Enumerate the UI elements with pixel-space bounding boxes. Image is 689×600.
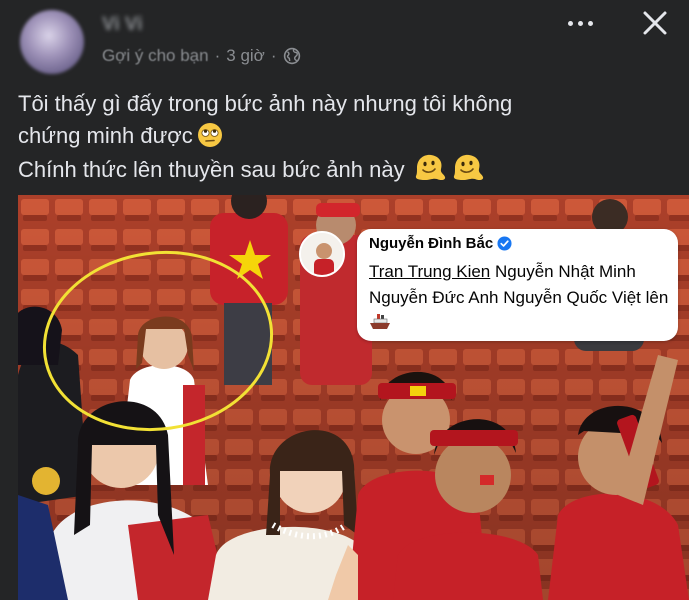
melting-face-emoji [453,154,483,181]
suggestion-label: Gợi ý cho bạn [102,46,209,65]
tagged-user: Tran Trung Kien [369,262,491,281]
author-avatar[interactable] [20,10,84,74]
post-header: Vi Vi Gợi ý cho bạn · 3 giờ · [0,0,689,80]
post-caption: Tôi thấy gì đấy trong bức ảnh này nhưng … [18,88,673,186]
caption-line-2: chứng minh được [18,120,673,152]
verified-badge-icon [497,236,512,251]
post-photo[interactable]: Nguyễn Đình Bắc Tran Trung Kien Nguyễn N… [18,195,689,600]
caption-line-1: Tôi thấy gì đấy trong bức ảnh này nhưng … [18,91,513,116]
globe-icon [283,47,300,65]
more-options-icon[interactable] [560,8,600,38]
comment-overlay: Nguyễn Đình Bắc Tran Trung Kien Nguyễn N… [299,229,678,341]
commenter-name: Nguyễn Đình Bắc [369,235,494,252]
caption-line-3: Chính thức lên thuyền sau bức ảnh này [18,152,673,186]
ship-emoji [370,314,390,329]
close-icon[interactable] [636,4,674,42]
face-with-rolling-eyes-emoji [197,123,222,147]
post-dialog: Vi Vi Gợi ý cho bạn · 3 giờ · Tôi thấy g… [0,0,689,600]
meta-separator: · [214,46,221,65]
commenter-name-row: Nguyễn Đình Bắc [369,235,512,252]
commenter-avatar [299,231,345,277]
comment-text: Tran Trung Kien Nguyễn Nhật Minh Nguyễn … [369,259,669,337]
post-time[interactable]: 3 giờ [226,46,265,66]
post-meta: Gợi ý cho bạn · 3 giờ · [102,46,301,66]
meta-separator-2: · [270,46,277,65]
melting-face-emoji [415,154,445,181]
author-name[interactable]: Vi Vi [102,14,143,36]
